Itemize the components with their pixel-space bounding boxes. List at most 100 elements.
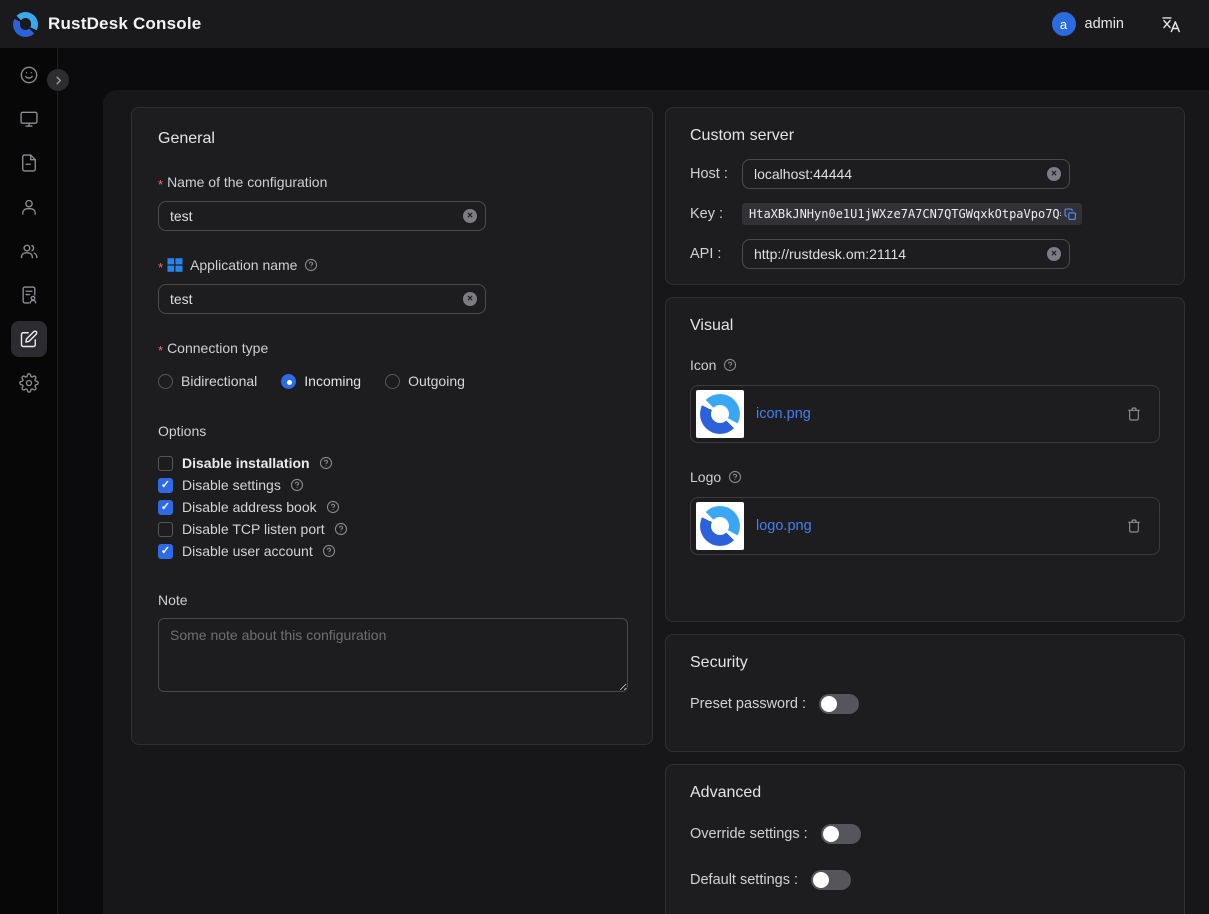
trash-icon[interactable] <box>1126 406 1142 422</box>
general-title: General <box>158 130 626 148</box>
radio-icon-selected[interactable] <box>281 374 296 389</box>
sidebar-item-documents[interactable] <box>11 145 47 181</box>
sidebar-item-groups[interactable] <box>11 233 47 269</box>
radio-icon[interactable] <box>385 374 400 389</box>
icon-file-link[interactable]: icon.png <box>756 406 811 422</box>
required-asterisk: * <box>158 177 163 192</box>
help-icon[interactable] <box>723 358 737 372</box>
document-icon <box>19 153 39 173</box>
clear-icon[interactable]: ✕ <box>463 209 477 223</box>
rustdesk-logo-icon <box>13 12 38 37</box>
trash-icon[interactable] <box>1126 518 1142 534</box>
option-disable-user-account: Disable user account <box>158 540 626 562</box>
application-name-field: ✕ <box>158 284 486 314</box>
override-settings-toggle[interactable] <box>821 824 861 844</box>
clear-icon[interactable]: ✕ <box>1047 247 1061 261</box>
help-icon[interactable] <box>334 522 348 536</box>
option-disable-address-book: Disable address book <box>158 496 626 518</box>
sidebar-item-settings[interactable] <box>11 365 47 401</box>
default-settings-toggle[interactable] <box>811 870 851 890</box>
option-disable-settings: Disable settings <box>158 474 626 496</box>
key-row: Key : HtaXBkJNHyn0e1U1jWXze7A7CN7QTGWqxk… <box>690 203 1160 225</box>
default-settings-label: Default settings : <box>690 872 798 888</box>
checkbox-unchecked[interactable] <box>158 522 173 537</box>
document-user-icon <box>19 285 39 305</box>
logo-file-link[interactable]: logo.png <box>756 518 812 534</box>
gear-icon <box>19 373 39 393</box>
checkbox-checked[interactable] <box>158 478 173 493</box>
key-label: Key : <box>690 206 742 222</box>
note-label: Note <box>158 592 626 608</box>
clear-icon[interactable]: ✕ <box>463 292 477 306</box>
option-disable-installation: Disable installation <box>158 452 626 474</box>
sidebar-item-users[interactable] <box>11 189 47 225</box>
help-icon[interactable] <box>326 500 340 514</box>
username[interactable]: admin <box>1085 16 1125 32</box>
logo-label: Logo <box>690 469 1160 485</box>
sidebar-item-overview[interactable] <box>11 57 47 93</box>
security-card: Security Preset password : <box>665 634 1185 752</box>
preset-password-toggle[interactable] <box>819 694 859 714</box>
copy-icon[interactable] <box>1064 208 1077 221</box>
radio-icon[interactable] <box>158 374 173 389</box>
config-name-field: ✕ <box>158 201 486 231</box>
app-title: RustDesk Console <box>48 14 201 34</box>
host-input[interactable] <box>742 159 1070 189</box>
visual-card: Visual Icon icon.png Logo <box>665 297 1185 622</box>
right-column: Custom server Host : ✕ Key : HtaXBkJNHyn… <box>665 107 1185 914</box>
config-name-input[interactable] <box>158 201 486 231</box>
required-asterisk: * <box>158 260 163 275</box>
advanced-card: Advanced Override settings : Default set… <box>665 764 1185 914</box>
main-content: General * Name of the configuration ✕ * … <box>103 90 1209 914</box>
help-icon[interactable] <box>304 258 318 272</box>
default-settings-row: Default settings : <box>690 870 1160 890</box>
rustdesk-logo-icon <box>700 394 740 434</box>
windows-logo-icon <box>167 257 183 273</box>
note-textarea[interactable] <box>158 618 628 692</box>
application-name-input[interactable] <box>158 284 486 314</box>
radio-outgoing[interactable]: Outgoing <box>385 373 465 389</box>
icon-file-row: icon.png <box>690 385 1160 443</box>
clear-icon[interactable]: ✕ <box>1047 167 1061 181</box>
api-row: API : ✕ <box>690 239 1160 269</box>
checkbox-checked[interactable] <box>158 544 173 559</box>
sidebar <box>0 48 58 914</box>
visual-title: Visual <box>690 317 1160 335</box>
help-icon[interactable] <box>319 456 333 470</box>
checkbox-unchecked[interactable] <box>158 456 173 471</box>
sidebar-collapse-button[interactable] <box>47 69 69 91</box>
users-icon <box>19 241 39 261</box>
icon-thumbnail <box>696 390 744 438</box>
radio-bidirectional[interactable]: Bidirectional <box>158 373 257 389</box>
user-icon <box>19 197 39 217</box>
custom-server-card: Custom server Host : ✕ Key : HtaXBkJNHyn… <box>665 107 1185 285</box>
override-settings-row: Override settings : <box>690 824 1160 844</box>
option-disable-tcp-listen-port: Disable TCP listen port <box>158 518 626 540</box>
key-value-box: HtaXBkJNHyn0e1U1jWXze7A7CN7QTGWqxkOtpaVp… <box>742 203 1082 225</box>
sidebar-item-audit[interactable] <box>11 277 47 313</box>
logo-file-row: logo.png <box>690 497 1160 555</box>
app-shell: General * Name of the configuration ✕ * … <box>0 48 1209 914</box>
sidebar-item-custom-client[interactable] <box>11 321 47 357</box>
user-avatar[interactable]: a <box>1052 12 1076 36</box>
chevron-right-icon <box>53 75 64 86</box>
api-input[interactable] <box>742 239 1070 269</box>
preset-password-label: Preset password : <box>690 696 806 712</box>
navbar-right: a admin <box>1052 12 1182 36</box>
host-row: Host : ✕ <box>690 159 1160 189</box>
translate-icon[interactable] <box>1160 14 1181 35</box>
rustdesk-logo-icon <box>700 506 740 546</box>
top-navbar: RustDesk Console a admin <box>0 0 1209 48</box>
checkbox-checked[interactable] <box>158 500 173 515</box>
advanced-title: Advanced <box>690 784 1160 802</box>
edit-icon <box>19 329 39 349</box>
sidebar-item-devices[interactable] <box>11 101 47 137</box>
options-label: Options <box>158 423 626 439</box>
required-asterisk: * <box>158 343 163 358</box>
radio-incoming[interactable]: Incoming <box>281 373 361 389</box>
icon-label: Icon <box>690 357 1160 373</box>
monitor-icon <box>19 109 39 129</box>
help-icon[interactable] <box>290 478 304 492</box>
help-icon[interactable] <box>322 544 336 558</box>
help-icon[interactable] <box>728 470 742 484</box>
